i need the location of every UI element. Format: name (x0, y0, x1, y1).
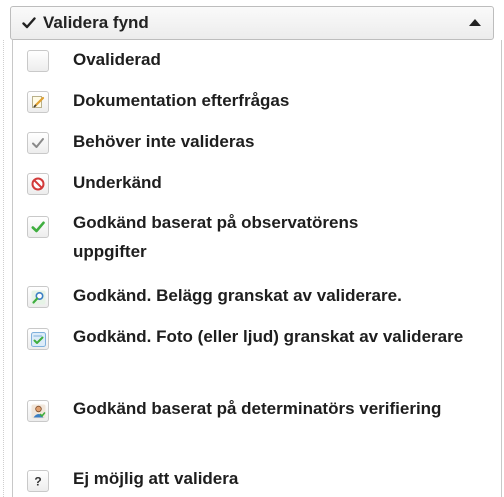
dropdown-title: Validera fynd (43, 13, 149, 32)
caret-up-icon (469, 19, 481, 26)
option-godkand-observatorens-uppgifter[interactable]: Godkänd baserat på observatörens uppgift… (13, 204, 501, 269)
magnifier-icon (27, 286, 49, 308)
option-label: Dokumentation efterfrågas (73, 91, 290, 110)
option-godkand-determinators-verifiering[interactable]: Godkänd baserat på determinatörs verifie… (13, 389, 501, 461)
green-check-icon (27, 216, 49, 238)
grey-check-icon (27, 132, 49, 154)
question-icon: ? (27, 470, 49, 492)
person-icon (27, 400, 49, 422)
option-ovaliderad[interactable]: Ovaliderad (13, 40, 501, 81)
option-label: Godkänd baserat på observatörens uppgift… (73, 213, 359, 261)
option-label: Godkänd. Foto (eller ljud) granskat av v… (73, 327, 464, 346)
option-underkand[interactable]: Underkänd (13, 163, 501, 204)
no-entry-icon (27, 173, 49, 195)
page-edge-divider (3, 40, 4, 497)
option-label: Godkänd baserat på determinatörs verifie… (73, 399, 442, 418)
validation-options-list: Ovaliderad Dokumentation efterfrågas Beh… (12, 40, 502, 497)
option-label: Ovaliderad (73, 50, 161, 69)
validation-dropdown-panel: Validera fynd Ovaliderad Dokumentation e… (0, 0, 504, 497)
option-behover-inte-valideras[interactable]: Behöver inte valideras (13, 122, 501, 163)
pencil-note-icon (27, 91, 49, 113)
validera-fynd-dropdown-header[interactable]: Validera fynd (10, 6, 494, 40)
photo-check-icon (27, 328, 49, 350)
option-dokumentation-efterfragas[interactable]: Dokumentation efterfrågas (13, 81, 501, 122)
option-ej-mojlig-att-validera[interactable]: ? Ej möjlig att validera (13, 461, 501, 497)
option-label: Ej möjlig att validera (73, 469, 239, 488)
empty-box-icon (27, 50, 49, 72)
checkmark-icon (21, 15, 37, 31)
option-label: Godkänd. Belägg granskat av validerare. (73, 286, 402, 305)
svg-text:?: ? (34, 475, 41, 489)
option-label: Behöver inte valideras (73, 132, 255, 151)
option-label: Underkänd (73, 173, 162, 192)
option-godkand-belagg-granskat[interactable]: Godkänd. Belägg granskat av validerare. (13, 277, 501, 317)
option-godkand-foto-granskat[interactable]: Godkänd. Foto (eller ljud) granskat av v… (13, 317, 501, 389)
